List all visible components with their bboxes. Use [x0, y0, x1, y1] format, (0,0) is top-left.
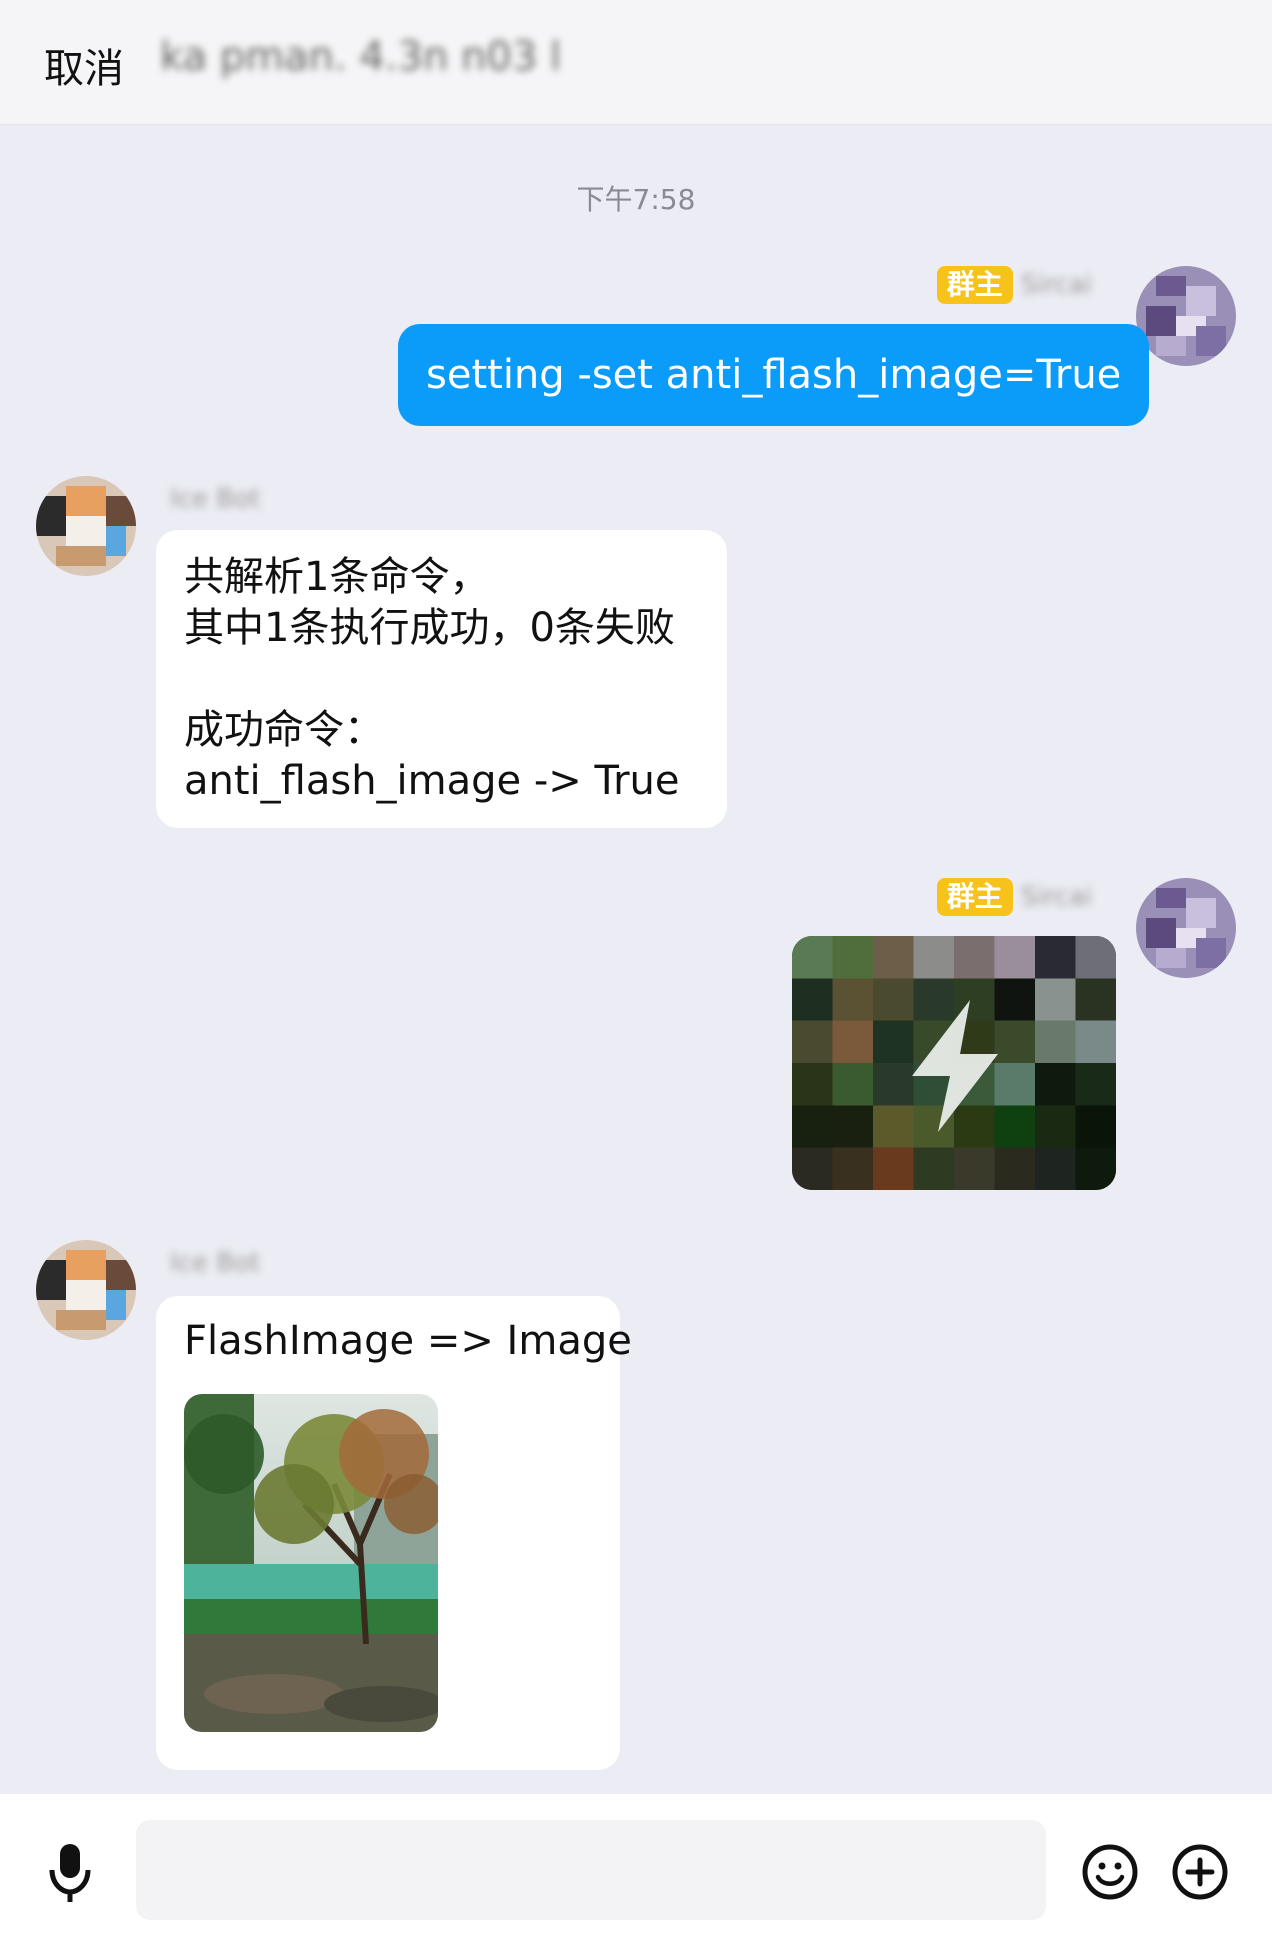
message-bubble-incoming[interactable]: 共解析1条命令， 其中1条执行成功，0条失败 成功命令： anti_flash_… — [156, 530, 727, 828]
sender-name: Sircai — [1020, 270, 1092, 300]
flash-image[interactable] — [792, 936, 1116, 1190]
sender-name: Ice Bot — [170, 1248, 261, 1278]
lightning-bolt-icon — [912, 1000, 998, 1132]
message-timestamp: 下午7:58 — [576, 183, 696, 216]
sender-row: Ice Bot — [170, 1248, 260, 1278]
message-bubble-incoming[interactable]: FlashImage => Image — [156, 1296, 632, 1770]
top-bar: 取消 ka pman. 4.3n n03 l — [0, 0, 1272, 125]
input-bar — [0, 1794, 1272, 1946]
message-input[interactable] — [136, 1820, 1046, 1920]
microphone-icon[interactable] — [46, 1840, 94, 1904]
chat-title: ka pman. 4.3n n03 l — [160, 34, 562, 80]
sender-name: Sircai — [1020, 882, 1092, 912]
sender-name: Ice Bot — [170, 484, 261, 514]
emoji-icon[interactable] — [1080, 1842, 1140, 1902]
owner-badge: 群主 — [936, 878, 1013, 916]
bot-avatar[interactable] — [36, 476, 136, 576]
message-text: setting -set anti_flash_image=True — [426, 352, 1122, 398]
sender-row: 群主 Sircai — [936, 878, 1092, 916]
received-image[interactable] — [184, 1394, 438, 1732]
plus-icon[interactable] — [1170, 1842, 1230, 1902]
message-text: FlashImage => Image — [184, 1318, 632, 1364]
sender-row: Ice Bot — [170, 484, 260, 514]
cancel-button[interactable]: 取消 — [44, 36, 124, 94]
my-avatar[interactable] — [1136, 878, 1236, 978]
bot-avatar[interactable] — [36, 1240, 136, 1340]
sender-row: 群主 Sircai — [936, 266, 1092, 304]
owner-badge: 群主 — [936, 266, 1013, 304]
message-text: 共解析1条命令， 其中1条执行成功，0条失败 成功命令： anti_flash_… — [184, 554, 680, 804]
chat-area[interactable]: 下午7:58 群主 Sircai setting -set anti_flash… — [0, 124, 1272, 1794]
my-avatar[interactable] — [1136, 266, 1236, 366]
message-bubble-outgoing[interactable]: setting -set anti_flash_image=True — [398, 324, 1150, 426]
